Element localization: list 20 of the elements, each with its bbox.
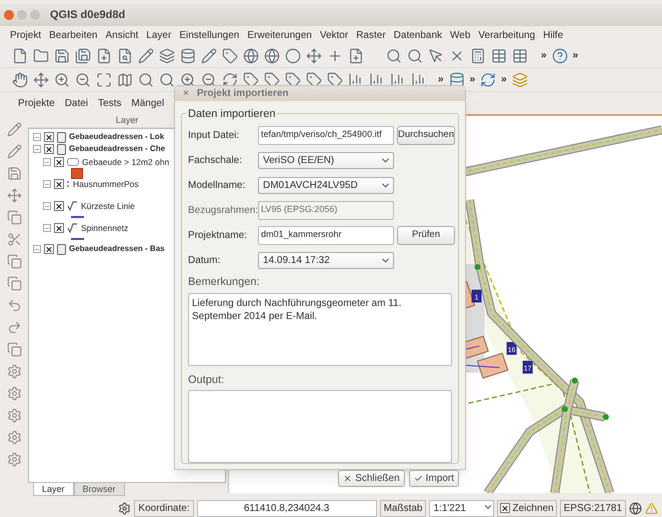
- field-label: Modellname:: [188, 178, 246, 192]
- field-label: Projektname:: [188, 228, 248, 242]
- field-value: DM01AVCH24LV95D: [263, 178, 358, 192]
- dialog-title: Projekt importieren: [196, 87, 289, 101]
- field-label: Bezugsrahmen:: [188, 204, 258, 218]
- coordinate-label: Koordinate:: [134, 500, 194, 516]
- field-value: VeriSO (EE/EN): [263, 154, 334, 168]
- field-value: dm01_kammersrohr: [261, 228, 342, 242]
- field-label: Input Datei:: [188, 128, 240, 142]
- group-title: Daten importieren: [186, 106, 278, 122]
- field-value: 14.09.14 17:32: [263, 254, 330, 268]
- output-label: Output:: [188, 372, 226, 388]
- window-title: QGIS d0e9d8d: [50, 8, 126, 23]
- field-label: Fachschale:: [188, 154, 243, 168]
- field-label: Datum:: [188, 254, 222, 268]
- remarks-label: Bemerkungen:: [188, 275, 261, 290]
- field-value: LV95 (EPSG:2056): [261, 203, 338, 216]
- scale-label: Maßstab: [380, 500, 426, 516]
- render-label: Zeichnen: [512, 502, 554, 516]
- field-value: tefan/tmp/veriso/ch_254900.itf: [261, 128, 382, 142]
